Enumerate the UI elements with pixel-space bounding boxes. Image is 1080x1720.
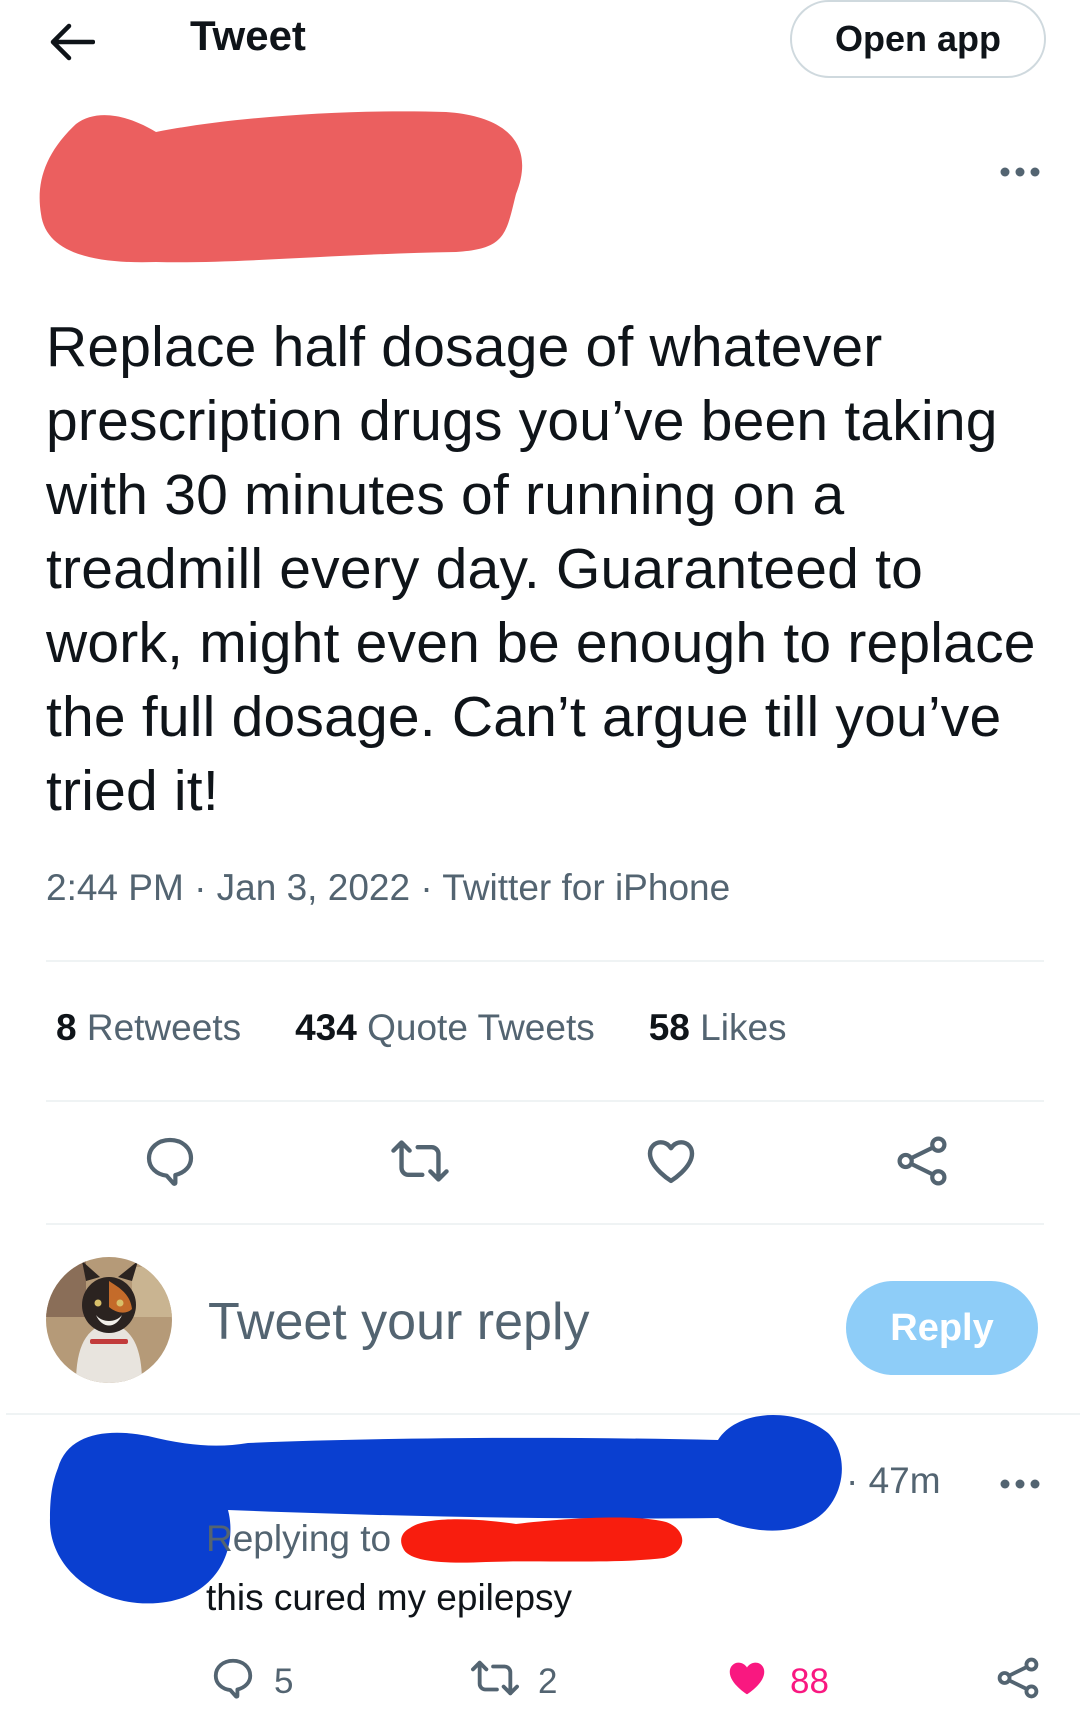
likes-stat[interactable]: 58 Likes	[649, 1003, 787, 1053]
likes-label: Likes	[700, 1007, 787, 1048]
likes-count: 58	[648, 1007, 690, 1048]
reply-text: this cured my epilepsy	[206, 1577, 573, 1618]
tweet-meta: 2:44 PM · Jan 3, 2022 · Twitter for iPho…	[46, 867, 731, 908]
retweet-count: 2	[538, 1662, 558, 1701]
reply-like-action[interactable]: 88	[722, 1654, 829, 1710]
reply-input[interactable]: Tweet your reply	[208, 1290, 808, 1354]
reply-reply-action[interactable]: 5	[210, 1654, 293, 1710]
reply-timestamp: · 47m	[846, 1460, 941, 1501]
replying-to-label: Replying to	[206, 1518, 392, 1559]
quotes-count: 434	[295, 1007, 357, 1048]
quote-tweets-stat[interactable]: 434 Quote Tweets	[295, 1003, 595, 1053]
reply-share-action[interactable]	[995, 1654, 1041, 1710]
redacted-mention	[396, 1508, 686, 1564]
heart-filled-icon	[722, 1655, 772, 1710]
retweets-stat[interactable]: 8 Retweets	[56, 1003, 241, 1053]
reply-icon	[210, 1655, 256, 1710]
reply-icon[interactable]	[135, 1126, 205, 1196]
heart-icon[interactable]	[636, 1126, 706, 1196]
divider	[46, 960, 1044, 962]
open-app-button[interactable]: Open app	[790, 0, 1046, 78]
page-title: Tweet	[190, 12, 306, 59]
reply-count: 5	[274, 1662, 294, 1701]
redacted-author	[36, 104, 526, 272]
tweet-stats: 8 Retweets 434 Quote Tweets 58 Likes	[56, 1003, 787, 1053]
quotes-label: Quote Tweets	[367, 1007, 595, 1048]
retweet-icon	[470, 1655, 520, 1710]
tweet-text: Replace half dosage of whatever prescrip…	[46, 315, 1036, 823]
divider	[46, 1223, 1044, 1225]
reply-button[interactable]: Reply	[846, 1281, 1038, 1375]
reply-more-options-icon[interactable]	[990, 1464, 1050, 1504]
retweets-label: Retweets	[86, 1007, 242, 1048]
share-icon[interactable]	[887, 1126, 957, 1196]
divider	[46, 1100, 1044, 1102]
avatar	[46, 1257, 172, 1383]
reply-retweet-action[interactable]: 2	[470, 1654, 557, 1710]
like-count: 88	[790, 1662, 829, 1701]
share-icon	[995, 1655, 1041, 1710]
more-options-icon[interactable]	[990, 152, 1050, 192]
retweet-icon[interactable]	[385, 1126, 455, 1196]
back-arrow-icon[interactable]	[40, 10, 104, 74]
retweets-count: 8	[56, 1007, 77, 1048]
